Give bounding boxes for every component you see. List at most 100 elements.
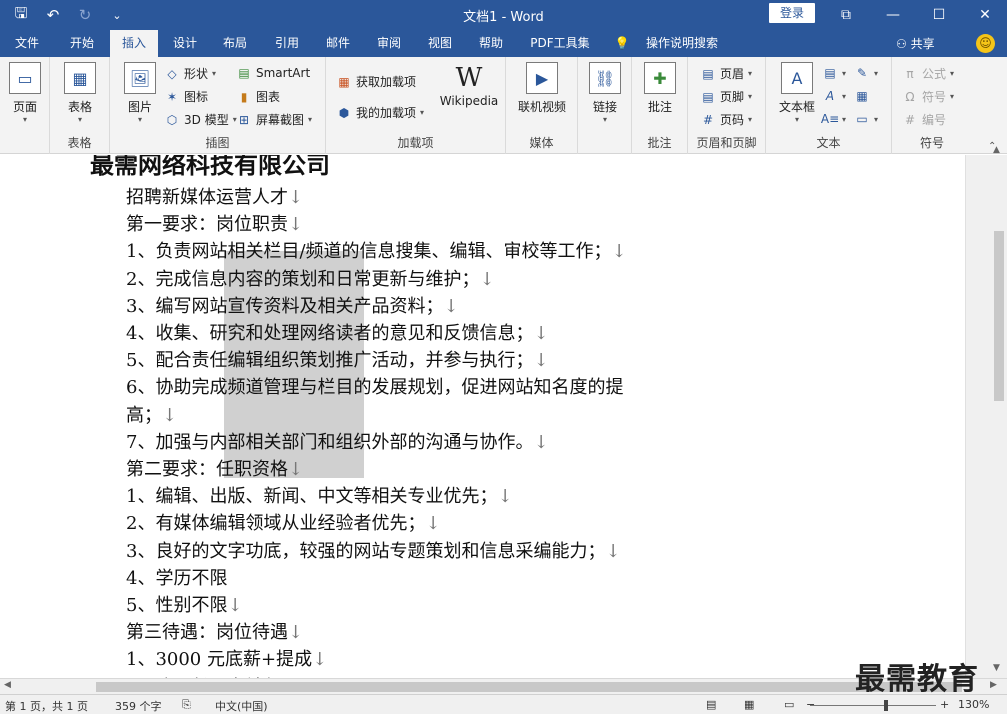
feedback-smiley-icon[interactable]: ☺ xyxy=(976,34,995,53)
share-label: 共享 xyxy=(910,37,935,51)
comment-icon: ✚ xyxy=(644,62,676,94)
picture-label: 图片 xyxy=(127,100,152,114)
signature-icon: ✎ xyxy=(856,66,868,80)
tell-me-search[interactable]: 操作说明搜索 xyxy=(636,30,728,57)
zoom-slider-track[interactable] xyxy=(810,705,936,706)
zoom-slider-knob[interactable] xyxy=(884,700,888,711)
ribbon-display-icon[interactable]: ⧉ xyxy=(823,0,869,30)
wordart-button[interactable]: A ▾ xyxy=(822,88,846,104)
footer-button[interactable]: ▤ 页脚 ▾ xyxy=(700,88,752,105)
picture-icon: 🖼 xyxy=(124,62,156,94)
date-time-button[interactable]: ▦ xyxy=(854,88,870,104)
number-button[interactable]: # 编号 xyxy=(902,111,946,128)
document-line: 7、加强与内部相关部门和组织外部的沟通与协作。↓ xyxy=(126,428,549,454)
table-button[interactable]: ▦ 表格 ▾ xyxy=(62,62,98,124)
shapes-button[interactable]: ◇ 形状 ▾ xyxy=(164,65,216,82)
tab-layout[interactable]: 布局 xyxy=(212,30,258,57)
omega-icon: Ω xyxy=(905,89,915,104)
equation-button[interactable]: π 公式 ▾ xyxy=(902,65,954,82)
smartart-button[interactable]: ▤ SmartArt xyxy=(236,65,310,81)
picture-button[interactable]: 🖼 图片 ▾ xyxy=(122,62,158,124)
ribbon-tabs: 文件 开始 插入 设计 布局 引用 邮件 审阅 视图 帮助 PDF工具集 💡 操… xyxy=(0,30,1007,57)
chart-button[interactable]: ▮ 图表 xyxy=(236,88,280,105)
tab-design[interactable]: 设计 xyxy=(162,30,208,57)
comment-button[interactable]: ✚ 批注 xyxy=(642,62,678,115)
shapes-icon: ◇ xyxy=(167,66,177,81)
chevron-down-icon: ▾ xyxy=(602,115,607,124)
link-label: 链接 xyxy=(592,100,617,114)
dropcap-button[interactable]: A≡ ▾ xyxy=(821,111,846,127)
vertical-scrollbar[interactable]: ▲ ▼ xyxy=(965,145,1007,678)
document-canvas[interactable]: 最需网络科技有限公司 招聘新媒体运营人才↓ 第一要求：岗位职责↓ 1、负责网站相关栏… xyxy=(0,155,965,678)
online-video-button[interactable]: ▶ 联机视频 xyxy=(514,62,570,115)
object-icon: ▭ xyxy=(856,112,868,126)
icons-button[interactable]: ✶ 图标 xyxy=(164,88,208,105)
tab-mailings[interactable]: 邮件 xyxy=(314,30,362,57)
paragraph-mark-icon: ↓ xyxy=(288,622,304,644)
zoom-level[interactable]: 130% xyxy=(958,698,989,711)
tab-help[interactable]: 帮助 xyxy=(466,30,516,57)
3d-model-button[interactable]: ⬡ 3D 模型 ▾ xyxy=(164,111,237,128)
line-text: 第二要求：任职资格 xyxy=(126,459,288,480)
group-media: ▶ 联机视频 媒体 xyxy=(506,57,578,154)
video-icon: ▶ xyxy=(526,62,558,94)
scroll-right-icon[interactable]: ▶ xyxy=(990,680,997,690)
signature-line-button[interactable]: ✎ ▾ xyxy=(854,65,878,81)
wikipedia-button[interactable]: W Wikipedia xyxy=(436,62,502,108)
document-line: 2、完成信息内容的策划和日常更新与维护；↓ xyxy=(126,265,495,291)
quick-parts-icon: ▤ xyxy=(824,66,836,80)
vertical-scroll-thumb[interactable] xyxy=(994,231,1004,401)
login-button[interactable]: 登录 xyxy=(769,3,815,23)
close-icon[interactable]: ✕ xyxy=(962,0,1007,30)
header-button[interactable]: ▤ 页眉 ▾ xyxy=(700,65,752,82)
scroll-up-icon[interactable]: ▲ xyxy=(993,145,1000,155)
group-comments: ✚ 批注 批注 xyxy=(632,57,688,154)
print-layout-icon[interactable]: ▦ xyxy=(744,698,754,711)
tab-home[interactable]: 开始 xyxy=(58,30,106,57)
paragraph-mark-icon: ↓ xyxy=(288,214,304,236)
minimize-icon[interactable]: — xyxy=(870,0,916,30)
tab-pdf-tools[interactable]: PDF工具集 xyxy=(522,30,598,57)
paragraph-mark-icon: ↓ xyxy=(425,513,441,535)
quick-parts-button[interactable]: ▤ ▾ xyxy=(822,65,846,81)
scroll-left-icon[interactable]: ◀ xyxy=(4,680,11,690)
tab-references[interactable]: 引用 xyxy=(262,30,312,57)
line-text: 6、协助完成频道管理与栏目的发展规划，促进网站知名度的提 xyxy=(126,377,624,399)
scroll-down-icon[interactable]: ▼ xyxy=(993,663,1000,673)
language-indicator[interactable]: 中文(中国) xyxy=(215,698,268,714)
object-button[interactable]: ▭ ▾ xyxy=(854,111,878,127)
chevron-down-icon: ▾ xyxy=(22,115,27,124)
page-number-button[interactable]: # 页码 ▾ xyxy=(700,111,752,128)
share-button[interactable]: ⚇ 共享 xyxy=(896,35,935,52)
read-mode-icon[interactable]: ▤ xyxy=(706,698,716,711)
textbox-button[interactable]: A 文本框 ▾ xyxy=(774,62,820,124)
link-button[interactable]: ⛓ 链接 ▾ xyxy=(588,62,622,124)
zoom-in-icon[interactable]: + xyxy=(940,698,949,711)
paragraph-mark-icon: ↓ xyxy=(611,241,627,263)
tab-file[interactable]: 文件 xyxy=(6,30,48,57)
proofing-icon[interactable]: ⎘ xyxy=(182,698,191,712)
document-line: 第一要求：岗位职责↓ xyxy=(126,210,303,236)
document-line: 1、负责网站相关栏目/频道的信息搜集、编辑、审校等工作；↓ xyxy=(126,237,627,263)
document-line: 招聘新媒体运营人才↓ xyxy=(126,183,303,209)
tab-view[interactable]: 视图 xyxy=(416,30,464,57)
maximize-icon[interactable]: ☐ xyxy=(916,0,962,30)
line-text: 4、收集、研究和处理网络读者的意见和反馈信息； xyxy=(126,323,534,344)
symbol-button[interactable]: Ω 符号 ▾ xyxy=(902,88,954,105)
screenshot-button[interactable]: ⊞ 屏幕截图 ▾ xyxy=(236,111,312,128)
paragraph-mark-icon: ↓ xyxy=(479,268,495,290)
get-addins-button[interactable]: ▦ 获取加载项 xyxy=(336,73,416,90)
tab-review[interactable]: 审阅 xyxy=(364,30,414,57)
lightbulb-icon: 💡 xyxy=(614,36,630,50)
horizontal-scroll-thumb[interactable] xyxy=(96,682,962,692)
group-header-footer: ▤ 页眉 ▾ ▤ 页脚 ▾ # 页码 ▾ 页眉和页脚 xyxy=(688,57,766,154)
group-label-header-footer: 页眉和页脚 xyxy=(696,136,757,150)
page-count[interactable]: 第 1 页，共 1 页 xyxy=(5,698,88,714)
my-addins-button[interactable]: ⬢ 我的加载项 ▾ xyxy=(336,104,424,121)
tab-insert[interactable]: 插入 xyxy=(110,30,158,57)
pages-button[interactable]: ▭ 页面 ▾ xyxy=(8,62,42,124)
word-count[interactable]: 359 个字 xyxy=(115,698,162,714)
wikipedia-label: Wikipedia xyxy=(439,94,499,108)
web-layout-icon[interactable]: ▭ xyxy=(784,698,794,711)
group-links: ⛓ 链接 ▾ xyxy=(578,57,632,154)
